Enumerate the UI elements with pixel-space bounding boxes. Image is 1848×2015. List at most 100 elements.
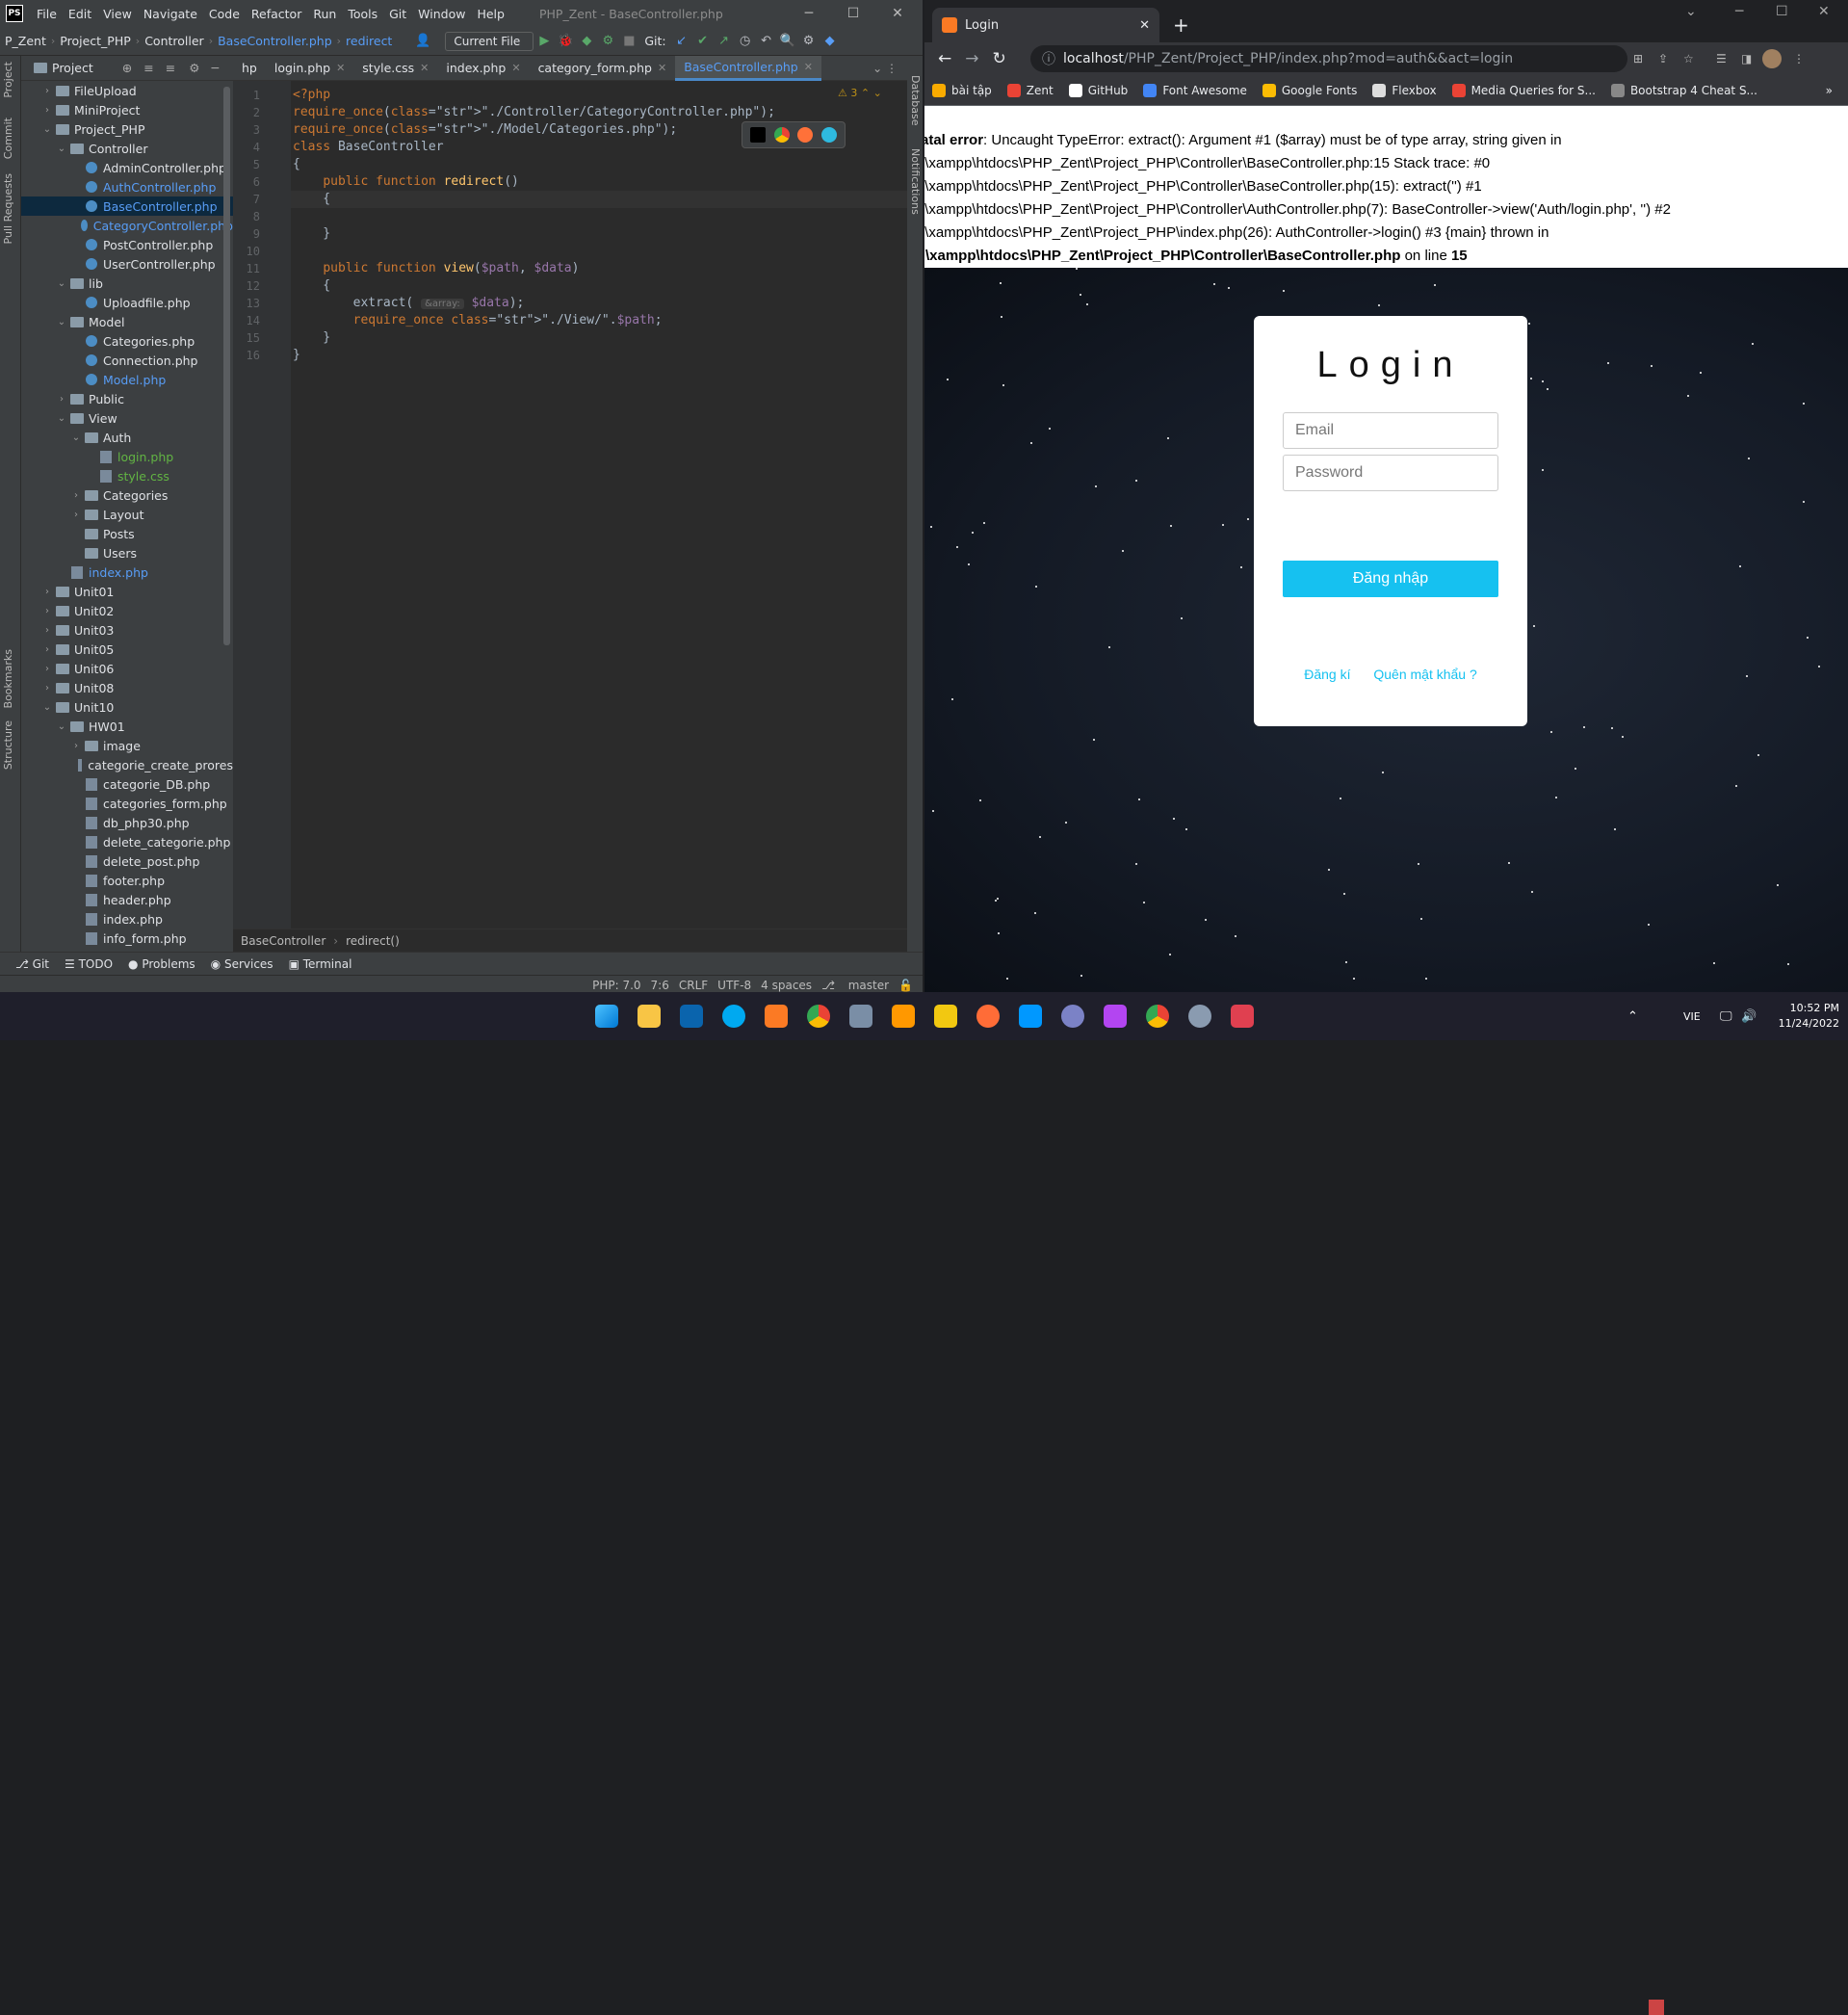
- tree-item[interactable]: ⌄ Project_PHP: [21, 119, 233, 139]
- start-icon[interactable]: [595, 1005, 618, 1028]
- status-indent[interactable]: 4 spaces: [761, 979, 812, 992]
- tab-close-icon[interactable]: ✕: [336, 62, 345, 74]
- chevron-down-icon[interactable]: ⌄: [70, 432, 82, 443]
- tree-item[interactable]: › Unit03: [21, 620, 233, 640]
- bookmarks-overflow-icon[interactable]: »: [1826, 84, 1833, 97]
- chrome-minimize-icon[interactable]: ─: [1735, 4, 1743, 19]
- code-editor[interactable]: <?php require_once(class="str">"./Control…: [291, 81, 907, 948]
- editor-tab[interactable]: hp: [233, 56, 266, 81]
- login-button[interactable]: Đăng nhập: [1283, 561, 1498, 597]
- tree-item[interactable]: style.css: [21, 466, 233, 485]
- git-push-icon[interactable]: ↗: [714, 31, 735, 52]
- file-explorer-icon[interactable]: [638, 1005, 661, 1028]
- share-icon[interactable]: ⇪: [1658, 52, 1668, 65]
- input-language[interactable]: VIE: [1683, 1010, 1701, 1023]
- menu-edit[interactable]: Edit: [63, 7, 97, 21]
- tree-item[interactable]: › Unit06: [21, 659, 233, 678]
- bookmark-item[interactable]: Font Awesome: [1143, 83, 1247, 97]
- history-icon[interactable]: ◷: [735, 31, 756, 52]
- password-field[interactable]: [1283, 455, 1498, 491]
- chevron-down-icon[interactable]: ⌄: [56, 278, 67, 289]
- debug-icon[interactable]: 🐞: [555, 31, 576, 52]
- tab-close-icon[interactable]: ✕: [511, 62, 520, 74]
- bookmark-item[interactable]: Zent: [1006, 83, 1054, 97]
- tree-item[interactable]: ⌄ Auth: [21, 428, 233, 447]
- settings-icon[interactable]: ⚙: [798, 31, 820, 52]
- breadcrumb-project[interactable]: Project_PHP: [55, 34, 136, 48]
- xampp-icon[interactable]: [765, 1005, 788, 1028]
- crumb-method[interactable]: redirect(): [346, 934, 400, 948]
- problems-tool-tab[interactable]: ● Problems: [128, 957, 195, 971]
- firefox-icon[interactable]: [797, 127, 814, 143]
- tree-item[interactable]: index.php: [21, 909, 233, 929]
- structure-tool-tab[interactable]: Structure: [2, 720, 14, 770]
- back-icon[interactable]: ←: [938, 49, 951, 68]
- snipping-tool-icon[interactable]: [1231, 1005, 1254, 1028]
- code-line[interactable]: require_once(class="str">"./Model/Catego…: [293, 121, 677, 139]
- forward-icon[interactable]: →: [965, 49, 978, 68]
- bookmark-item[interactable]: Media Queries for S...: [1451, 83, 1596, 97]
- chevron-down-icon[interactable]: ⌄: [41, 124, 53, 135]
- phpstorm-taskbar-icon[interactable]: [1104, 1005, 1127, 1028]
- browser-tab[interactable]: Login ✕: [932, 8, 1159, 42]
- code-line[interactable]: public function redirect(): [293, 173, 519, 191]
- tree-item[interactable]: delete_post.php: [21, 851, 233, 871]
- tree-item[interactable]: categories_form.php: [21, 794, 233, 813]
- git-tool-tab[interactable]: ⎇ Git: [15, 957, 49, 971]
- minimize-icon[interactable]: ─: [788, 0, 830, 27]
- chrome-menu-icon[interactable]: ⋮: [1793, 52, 1805, 65]
- tree-item[interactable]: AuthController.php: [21, 177, 233, 196]
- chevron-right-icon[interactable]: ›: [56, 394, 67, 405]
- tree-item[interactable]: login.php: [21, 447, 233, 466]
- tree-item[interactable]: Users: [21, 543, 233, 563]
- code-line[interactable]: }: [293, 329, 330, 347]
- tree-item[interactable]: Model.php: [21, 370, 233, 389]
- services-tool-tab[interactable]: ◉ Services: [211, 957, 273, 971]
- code-line[interactable]: {: [293, 156, 300, 173]
- chrome-icon[interactable]: [773, 127, 790, 143]
- translate-icon[interactable]: ⊞: [1633, 52, 1643, 65]
- breadcrumb-root[interactable]: P_Zent: [0, 34, 51, 48]
- editor-tab[interactable]: category_form.php ✕: [530, 56, 676, 81]
- editor-tab[interactable]: BaseController.php ✕: [675, 55, 821, 81]
- warning-indicator[interactable]: ⚠ 3 ⌃ ⌄: [838, 87, 882, 99]
- tray-app-icon[interactable]: [1649, 2000, 1664, 2015]
- chrome-taskbar-icon[interactable]: [807, 1005, 830, 1028]
- chevron-right-icon[interactable]: ›: [41, 625, 53, 636]
- skype-icon[interactable]: [722, 1005, 745, 1028]
- tree-item[interactable]: categorie_create_prores: [21, 755, 233, 774]
- tree-item[interactable]: › Unit01: [21, 582, 233, 601]
- tree-item[interactable]: › Unit02: [21, 601, 233, 620]
- chevron-down-icon[interactable]: ⌄: [56, 721, 67, 732]
- editor-tab[interactable]: login.php ✕: [266, 56, 353, 81]
- bookmark-item[interactable]: Flexbox: [1372, 83, 1437, 97]
- rollback-icon[interactable]: ↶: [756, 31, 777, 52]
- crumb-class[interactable]: BaseController: [241, 934, 325, 948]
- database-tool-tab[interactable]: Database: [909, 75, 922, 126]
- menu-tools[interactable]: Tools: [342, 7, 383, 21]
- chevron-down-icon[interactable]: ⌄: [56, 144, 67, 154]
- outlook-icon[interactable]: [680, 1005, 703, 1028]
- tree-item[interactable]: › FileUpload: [21, 81, 233, 100]
- notifications-tool-tab[interactable]: Notifications: [909, 148, 922, 215]
- postman-icon[interactable]: [976, 1005, 1000, 1028]
- bookmark-item[interactable]: GitHub: [1068, 83, 1128, 97]
- breadcrumb-method[interactable]: redirect: [341, 34, 397, 48]
- chrome-profile-icon[interactable]: [1146, 1005, 1169, 1028]
- side-panel-icon[interactable]: ◨: [1741, 52, 1752, 65]
- code-line[interactable]: }: [293, 225, 330, 243]
- forgot-password-link[interactable]: Quên mật khẩu ?: [1373, 667, 1476, 682]
- search-icon[interactable]: 🔍: [777, 31, 798, 52]
- tab-search-icon[interactable]: ⌄: [1685, 4, 1697, 19]
- tab-menu-icon[interactable]: ⌄ ⋮: [863, 62, 907, 75]
- tree-item[interactable]: › MiniProject: [21, 100, 233, 119]
- settings-taskbar-icon[interactable]: [1188, 1005, 1211, 1028]
- status-encoding[interactable]: UTF-8: [717, 979, 751, 992]
- chevron-down-icon[interactable]: ⌄: [56, 413, 67, 424]
- project-panel-title[interactable]: Project: [52, 61, 93, 75]
- tree-item[interactable]: › Public: [21, 389, 233, 408]
- bookmarks-tool-tab[interactable]: Bookmarks: [2, 649, 14, 708]
- project-tree-scrollbar[interactable]: [223, 87, 230, 645]
- sublime-icon[interactable]: [892, 1005, 915, 1028]
- menu-file[interactable]: File: [31, 7, 63, 21]
